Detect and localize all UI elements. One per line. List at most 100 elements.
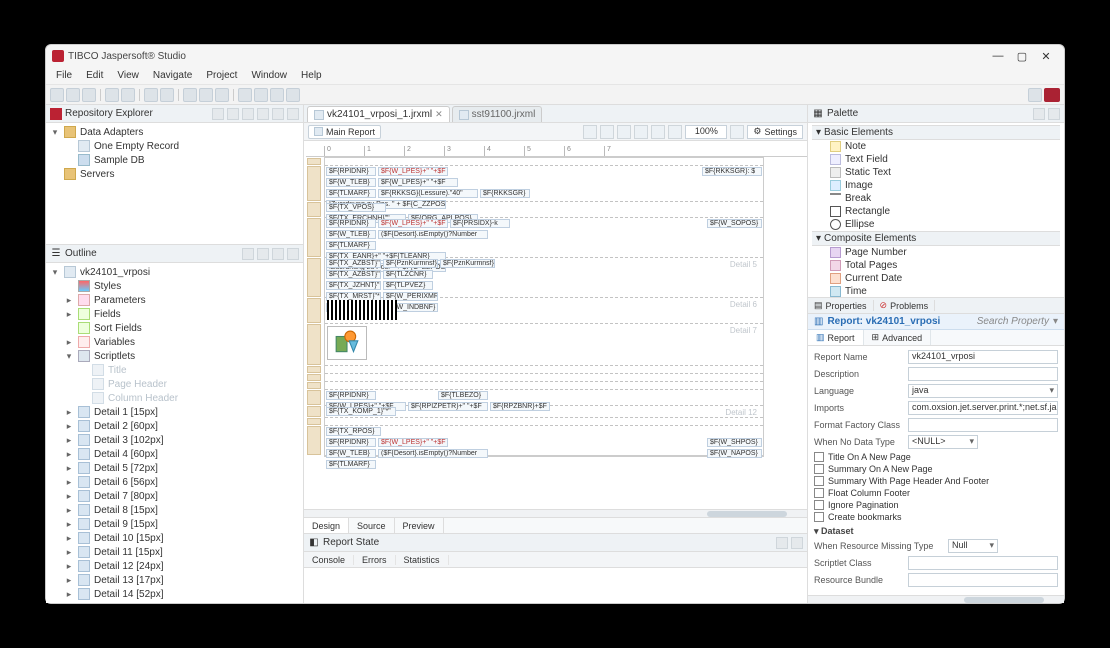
pal-ellipse[interactable]: Ellipse: [812, 218, 1060, 231]
field[interactable]: $F{W_LPES}+" "+$F: [378, 438, 448, 447]
outline-detail8[interactable]: Detail 8 [15px]: [94, 505, 158, 516]
pal-time[interactable]: Time: [812, 285, 1060, 297]
outline-detail6[interactable]: Detail 6 [56px]: [94, 477, 158, 488]
pal-pagenum[interactable]: Page Number: [812, 246, 1060, 259]
repo-btn-refresh[interactable]: [257, 108, 269, 120]
pal-note[interactable]: Note: [812, 140, 1060, 153]
tb-cut[interactable]: [183, 88, 197, 102]
outline-variables[interactable]: Variables: [94, 337, 135, 348]
search-dropdown-icon[interactable]: ▾: [1053, 316, 1058, 327]
field[interactable]: $F{RKKSGR}: [480, 189, 530, 198]
palette-max-icon[interactable]: [1048, 108, 1060, 120]
field[interactable]: $F{RKKSGR}: $: [702, 167, 762, 176]
chk-create-bookmarks[interactable]: Create bookmarks: [814, 512, 1058, 522]
tb-compile[interactable]: [121, 88, 135, 102]
outline-detail13[interactable]: Detail 13 [17px]: [94, 575, 164, 586]
subtab-report[interactable]: ▥Report: [808, 330, 864, 345]
tab-source[interactable]: Source: [349, 518, 395, 533]
repo-item-sampledb[interactable]: Sample DB: [94, 155, 145, 166]
val-factory[interactable]: [908, 418, 1058, 432]
outline-detail2[interactable]: Detail 2 [60px]: [94, 421, 158, 432]
val-description[interactable]: [908, 367, 1058, 381]
field[interactable]: $F{TX_RPOS}: [326, 427, 381, 436]
outline-colheader[interactable]: Column Header: [108, 393, 178, 404]
et-snap[interactable]: [600, 125, 614, 139]
outline-sortfields[interactable]: Sort Fields: [94, 323, 142, 334]
outline-pageheader[interactable]: Page Header: [108, 379, 167, 390]
outline-detail4[interactable]: Detail 4 [60px]: [94, 449, 158, 460]
field[interactable]: $F{W_LPES}+" "+$F: [378, 178, 458, 187]
tb-copy[interactable]: [199, 88, 213, 102]
pal-static[interactable]: Static Text: [812, 166, 1060, 179]
pal-curdate[interactable]: Current Date: [812, 272, 1060, 285]
outline-detail7[interactable]: Detail 7 [80px]: [94, 491, 158, 502]
field[interactable]: $F{W_NAPOS}: [707, 449, 762, 458]
tb-undo[interactable]: [144, 88, 158, 102]
close-icon[interactable]: ✕: [435, 109, 443, 120]
dataset-section[interactable]: ▾ Dataset: [814, 526, 1058, 537]
settings-button[interactable]: ⚙Settings: [747, 125, 803, 139]
pal-textfield[interactable]: Text Field: [812, 153, 1060, 166]
report-page[interactable]: $F{RPIDNR} $F{W_LPES}+" "+$F $F{RKKSGR}:…: [324, 157, 764, 457]
outline-detail1[interactable]: Detail 1 [15px]: [94, 407, 158, 418]
field[interactable]: $F{TX_JZHNT}"*": [326, 281, 381, 290]
outline-detail3[interactable]: Detail 3 [102px]: [94, 435, 164, 446]
canvas-hscroll[interactable]: [304, 509, 807, 517]
stats-tab[interactable]: Statistics: [396, 555, 449, 565]
outline-parameters[interactable]: Parameters: [94, 295, 146, 306]
field[interactable]: $F{TX_AZBST}"*": [326, 259, 381, 268]
outline-tree[interactable]: ▾vk24101_vrposi Styles ▸Parameters ▸Fiel…: [46, 263, 303, 603]
outline-detail14[interactable]: Detail 14 [52px]: [94, 589, 164, 600]
close-button[interactable]: ✕: [1034, 50, 1058, 63]
menu-file[interactable]: File: [50, 70, 78, 81]
et-order[interactable]: [651, 125, 665, 139]
repo-data-adapters[interactable]: Data Adapters: [80, 127, 143, 138]
palette-min-icon[interactable]: [1033, 108, 1045, 120]
outline-scriptlets[interactable]: Scriptlets: [94, 351, 135, 362]
tb-saveall[interactable]: [82, 88, 96, 102]
repo-tree[interactable]: ▾Data Adapters One Empty Record Sample D…: [46, 123, 303, 244]
palette-sec-basic[interactable]: ▾Basic Elements: [812, 125, 1060, 140]
et-dist[interactable]: [634, 125, 648, 139]
outline-styles[interactable]: Styles: [94, 281, 121, 292]
field[interactable]: $F{TX_VPOS}: [326, 203, 386, 212]
tb-zoom[interactable]: [254, 88, 268, 102]
tb-new[interactable]: [50, 88, 64, 102]
state-max-icon[interactable]: [791, 537, 803, 549]
perspective-icon[interactable]: [1044, 88, 1060, 102]
tb-back[interactable]: [270, 88, 284, 102]
tb-save[interactable]: [66, 88, 80, 102]
outline-detail10[interactable]: Detail 10 [15px]: [94, 533, 164, 544]
val-language[interactable]: java: [908, 384, 1058, 398]
val-report-name[interactable]: vk24101_vrposi: [908, 350, 1058, 364]
field[interactable]: $F{TLMARF}: [326, 189, 376, 198]
field[interactable]: $F{W_LPES}+" "+$F: [378, 167, 448, 176]
outline-root[interactable]: vk24101_vrposi: [80, 267, 150, 278]
val-scriptlet[interactable]: [908, 556, 1058, 570]
et-align[interactable]: [617, 125, 631, 139]
tb-paste[interactable]: [215, 88, 229, 102]
menu-edit[interactable]: Edit: [80, 70, 109, 81]
tab-preview[interactable]: Preview: [395, 518, 444, 533]
outline-detail5[interactable]: Detail 5 [72px]: [94, 463, 158, 474]
properties-body[interactable]: Report Namevk24101_vrposi Description La…: [808, 346, 1064, 595]
field[interactable]: $F{RPIDNR}: [326, 438, 376, 447]
field[interactable]: ($F{Desort}.isEmpty()?Number: [378, 449, 488, 458]
val-bundle[interactable]: [908, 573, 1058, 587]
zoom-select[interactable]: 100%: [685, 125, 727, 139]
field[interactable]: $F{TLMARF}: [326, 241, 376, 250]
barcode-element[interactable]: [327, 300, 397, 320]
pal-rect[interactable]: Rectangle: [812, 205, 1060, 218]
search-property-input[interactable]: Search Property: [949, 316, 1049, 327]
field[interactable]: $F{TLZCNR}: [383, 270, 433, 279]
state-min-icon[interactable]: [776, 537, 788, 549]
tab-design[interactable]: Design: [304, 518, 349, 533]
menu-navigate[interactable]: Navigate: [147, 70, 198, 81]
field[interactable]: ($F{Desort}.isEmpty()?Number: [378, 230, 488, 239]
props-hscroll[interactable]: [808, 595, 1064, 603]
tab-problems[interactable]: ⊘Problems: [874, 300, 936, 311]
repo-max-icon[interactable]: [287, 108, 299, 120]
minimize-button[interactable]: —: [986, 50, 1010, 62]
menu-project[interactable]: Project: [200, 70, 243, 81]
design-canvas[interactable]: 01234567 $F{RPIDNR} $F{W_LPES}+" "+$F $F…: [304, 141, 807, 509]
